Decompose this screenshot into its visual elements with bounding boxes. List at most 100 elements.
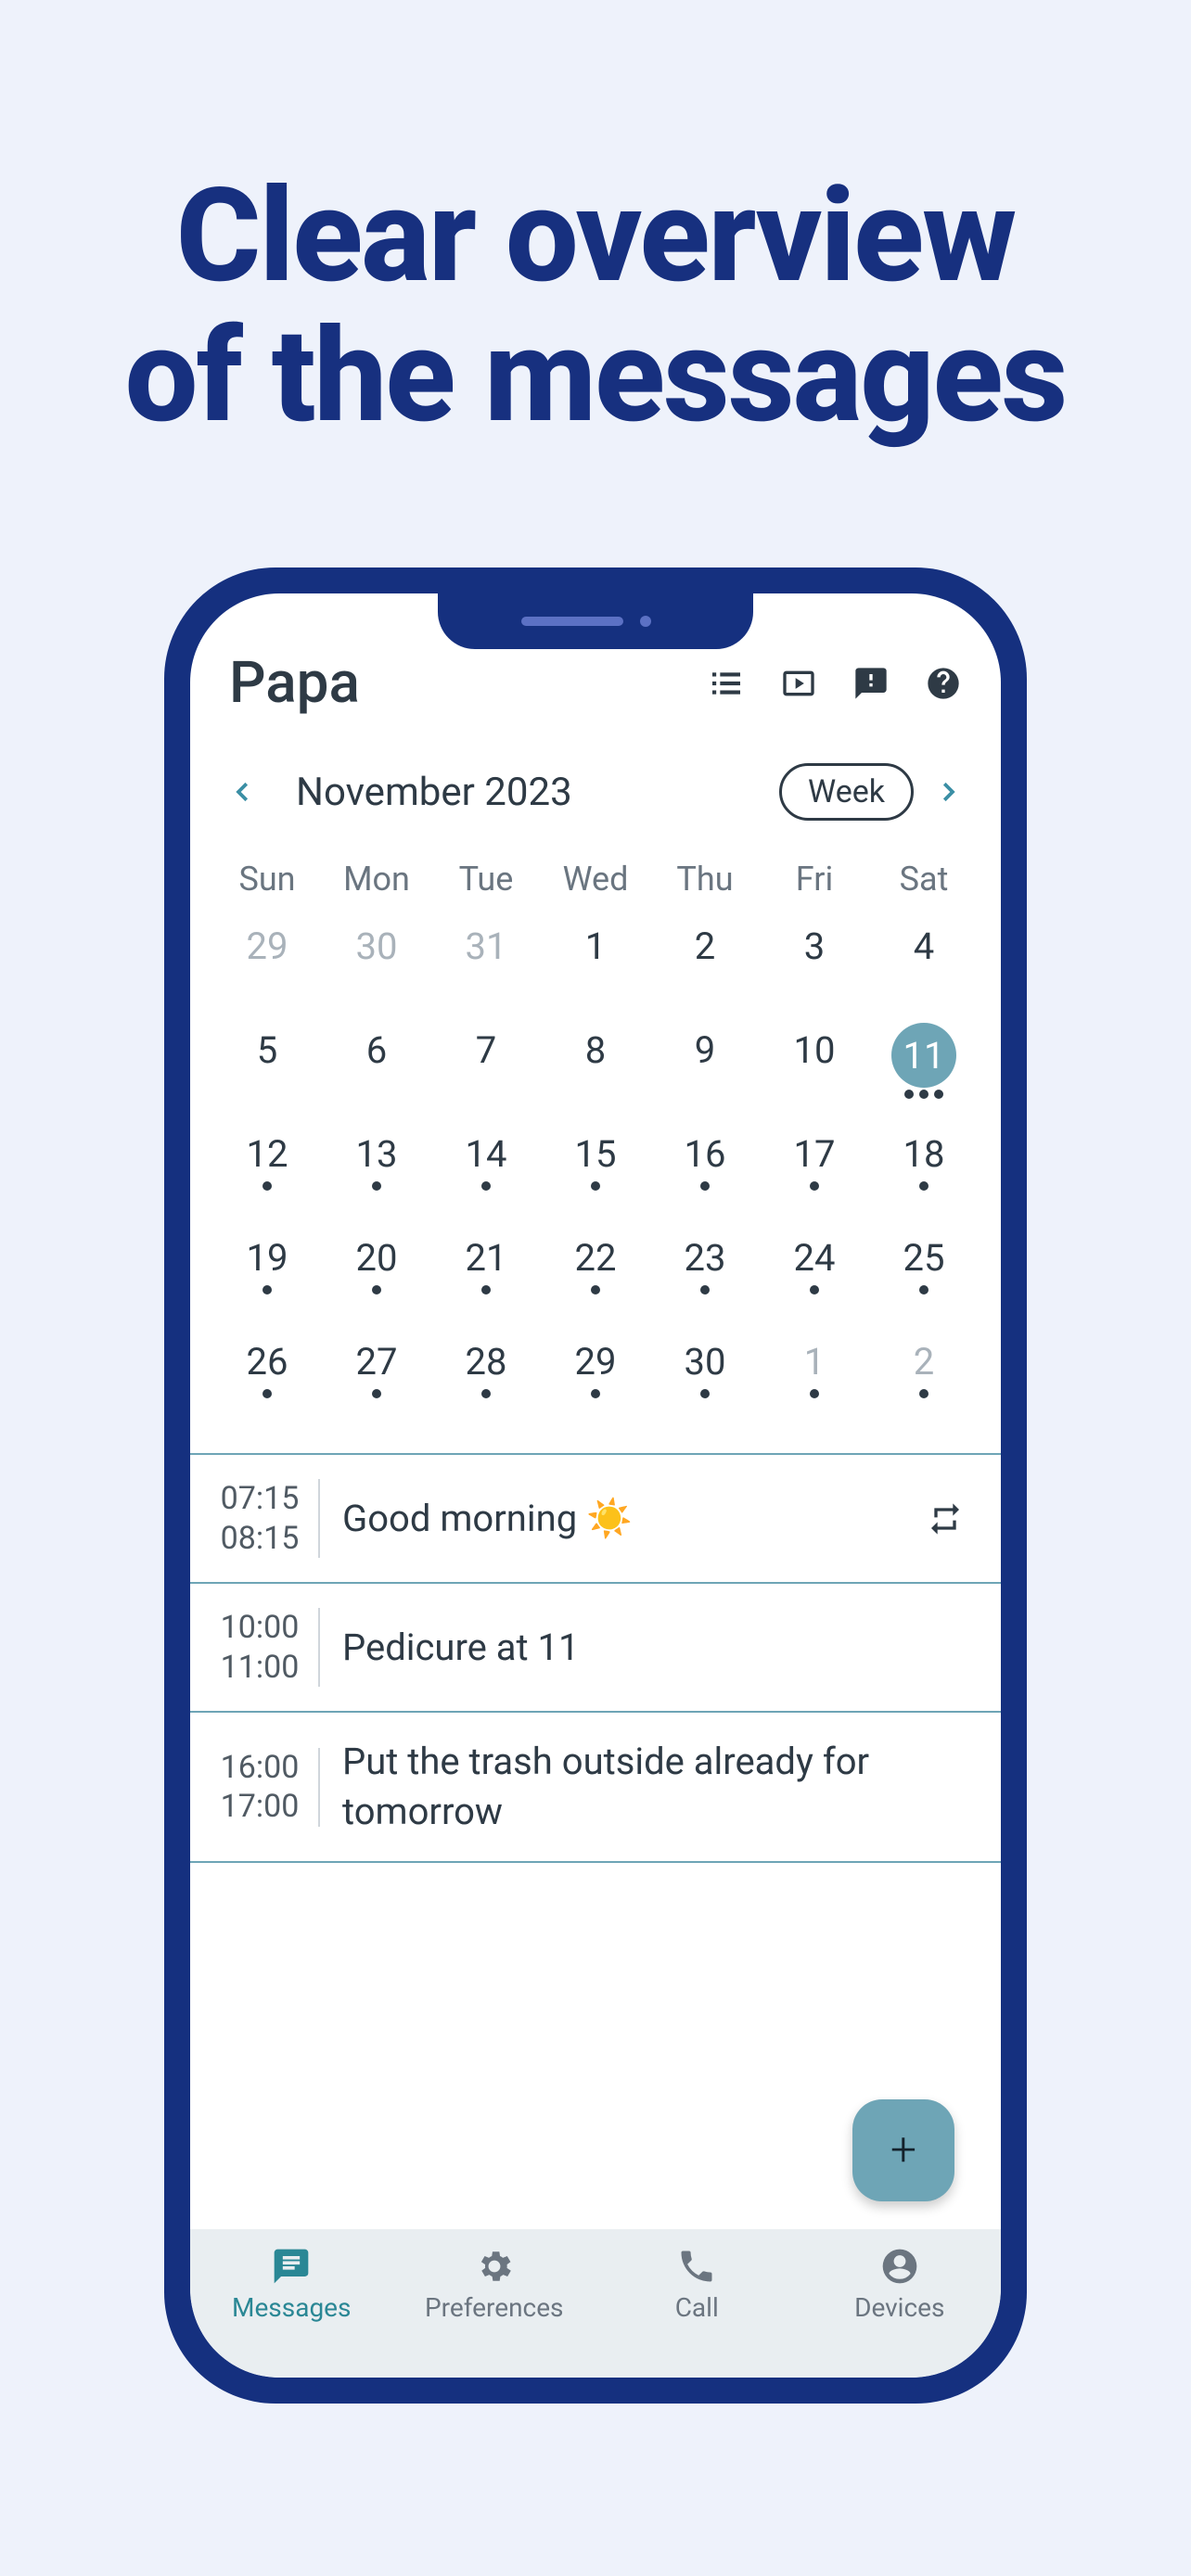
calendar-day[interactable]: 16 [650, 1127, 760, 1231]
calendar-day[interactable]: 8 [541, 1023, 650, 1127]
day-number: 30 [356, 925, 398, 968]
tab-call[interactable]: Call [596, 2246, 799, 2378]
event-dot [919, 1389, 928, 1398]
calendar: SunMonTueWedThuFriSat 293031123456789101… [190, 837, 1001, 1447]
dayname: Fri [760, 850, 869, 919]
message-item[interactable]: 10:0011:00Pedicure at 11 [190, 1582, 1001, 1711]
calendar-day[interactable]: 3 [760, 919, 869, 1023]
add-message-button[interactable]: + [852, 2099, 954, 2201]
tab-label: Preferences [425, 2292, 564, 2323]
day-number: 2 [695, 925, 715, 968]
tab-devices[interactable]: Devices [799, 2246, 1002, 2378]
calendar-day[interactable]: 22 [541, 1231, 650, 1334]
slideshow-icon[interactable] [780, 665, 817, 702]
calendar-day[interactable]: 11 [869, 1023, 979, 1127]
message-start: 16:00 [218, 1748, 301, 1788]
event-dot [481, 1285, 491, 1294]
tab-preferences[interactable]: Preferences [393, 2246, 596, 2378]
calendar-day[interactable]: 27 [322, 1334, 431, 1438]
calendar-day[interactable]: 1 [760, 1334, 869, 1438]
day-number: 25 [903, 1236, 945, 1280]
calendar-day[interactable]: 20 [322, 1231, 431, 1334]
event-dot [700, 1181, 710, 1191]
event-dot [700, 1389, 710, 1398]
bottom-tabs: Messages Preferences Call Devices [190, 2229, 1001, 2378]
promo-headline: Clear overview of the messages [125, 167, 1067, 447]
message-item[interactable]: 07:1508:15Good morning ☀️ [190, 1453, 1001, 1582]
message-end: 11:00 [218, 1648, 301, 1688]
calendar-week: 12 13 14 15 16 17 18 [212, 1127, 979, 1231]
event-dot [591, 1285, 600, 1294]
phone-screen: Papa November 2023 [190, 593, 1001, 2378]
calendar-day[interactable]: 24 [760, 1231, 869, 1334]
calendar-day[interactable]: 19 [212, 1231, 322, 1334]
calendar-day[interactable]: 18 [869, 1127, 979, 1231]
day-number: 7 [476, 1028, 496, 1072]
calendar-week: 5 6 7 891011 [212, 1023, 979, 1127]
calendar-day[interactable]: 14 [431, 1127, 541, 1231]
calendar-day[interactable]: 2 [869, 1334, 979, 1438]
month-label: November 2023 [296, 770, 761, 815]
calendar-day[interactable]: 25 [869, 1231, 979, 1334]
calendar-day[interactable]: 17 [760, 1127, 869, 1231]
day-number: 8 [585, 1028, 606, 1072]
feedback-icon[interactable] [852, 665, 890, 702]
dayname: Wed [541, 850, 650, 919]
page-title: Papa [229, 649, 360, 717]
calendar-day[interactable]: 26 [212, 1334, 322, 1438]
dayname: Sun [212, 850, 322, 919]
help-icon[interactable] [925, 665, 962, 702]
calendar-day[interactable]: 23 [650, 1231, 760, 1334]
event-dot [919, 1090, 928, 1099]
calendar-day[interactable]: 12 [212, 1127, 322, 1231]
event-dot [372, 1181, 381, 1191]
day-number: 19 [247, 1236, 288, 1280]
event-dot [372, 1389, 381, 1398]
calendar-day[interactable]: 13 [322, 1127, 431, 1231]
view-toggle[interactable]: Week [779, 763, 914, 821]
calendar-day[interactable]: 1 [541, 919, 650, 1023]
day-number: 17 [794, 1132, 836, 1176]
calendar-day[interactable]: 29 [541, 1334, 650, 1438]
next-month-button[interactable] [932, 776, 964, 808]
day-number: 6 [366, 1028, 387, 1072]
calendar-day[interactable]: 2 [650, 919, 760, 1023]
person-icon [879, 2246, 920, 2287]
calendar-day[interactable]: 10 [760, 1023, 869, 1127]
calendar-day[interactable]: 4 [869, 919, 979, 1023]
day-number: 23 [685, 1236, 726, 1280]
calendar-day[interactable]: 6 [322, 1023, 431, 1127]
day-number: 5 [257, 1028, 277, 1072]
prev-month-button[interactable] [227, 776, 259, 808]
phone-frame: Papa November 2023 [164, 567, 1027, 2404]
calendar-day[interactable]: 9 [650, 1023, 760, 1127]
day-number: 15 [575, 1132, 617, 1176]
calendar-day[interactable]: 31 [431, 919, 541, 1023]
message-start: 10:00 [218, 1608, 301, 1648]
calendar-day[interactable]: 30 [322, 919, 431, 1023]
calendar-day[interactable]: 28 [431, 1334, 541, 1438]
calendar-day[interactable]: 29 [212, 919, 322, 1023]
event-dot [372, 1285, 381, 1294]
event-dot [263, 1285, 272, 1294]
calendar-day[interactable]: 5 [212, 1023, 322, 1127]
event-dot [810, 1181, 819, 1191]
phone-notch [438, 593, 753, 649]
day-number: 26 [247, 1340, 288, 1384]
message-end: 08:15 [218, 1519, 301, 1559]
day-number: 20 [356, 1236, 398, 1280]
day-number: 13 [356, 1132, 398, 1176]
tab-label: Call [675, 2292, 719, 2323]
message-item[interactable]: 16:0017:00Put the trash outside already … [190, 1711, 1001, 1863]
calendar-day[interactable]: 15 [541, 1127, 650, 1231]
tab-messages[interactable]: Messages [190, 2246, 393, 2378]
calendar-day[interactable]: 7 [431, 1023, 541, 1127]
chat-icon [271, 2246, 312, 2287]
calendar-day[interactable]: 30 [650, 1334, 760, 1438]
dayname: Mon [322, 850, 431, 919]
day-number: 29 [247, 925, 288, 968]
day-number: 30 [685, 1340, 726, 1384]
day-number: 24 [794, 1236, 836, 1280]
calendar-day[interactable]: 21 [431, 1231, 541, 1334]
list-icon[interactable] [708, 665, 745, 702]
